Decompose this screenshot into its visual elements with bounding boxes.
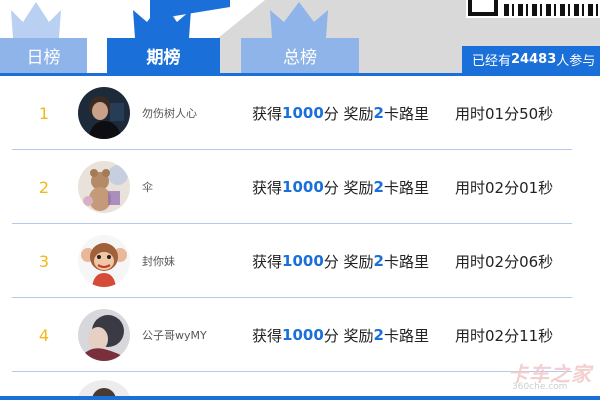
reward-amount: 2 (373, 326, 384, 344)
list-item[interactable]: 1 勿伤树人心 获得 1000 分 奖励 2 卡路里 用时01分50秒 (0, 76, 600, 150)
qr-code-modules (504, 4, 598, 16)
avatar (78, 309, 130, 361)
reward-amount: 2 (373, 178, 384, 196)
participants-badge: 已经有 24483 人参与 (462, 46, 600, 73)
reward-points: 1000 (282, 104, 324, 122)
site-watermark: 卡车之家 360che.com (508, 358, 598, 396)
reward-text: 获得 1000 分 奖励 2 卡路里 (252, 150, 429, 224)
reward-prefix: 获得 (252, 104, 283, 123)
time-used: 用时02分01秒 (455, 178, 554, 197)
reward-amount-unit: 卡路里 (383, 104, 429, 123)
reward-points-unit: 分 奖励 (323, 178, 374, 197)
rank-number: 2 (38, 177, 50, 197)
username: 勿伤树人心 (142, 107, 197, 120)
avatar (78, 87, 130, 139)
reward-amount: 2 (373, 104, 384, 122)
reward-points: 1000 (282, 326, 324, 344)
leaderboard-list: 1 勿伤树人心 获得 1000 分 奖励 2 卡路里 用时01分50秒 2 伞 … (0, 76, 600, 400)
participants-suffix: 人参与 (556, 54, 596, 69)
reward-points-unit: 分 奖励 (323, 104, 374, 123)
tab-total-label: 总榜 (283, 48, 317, 68)
reward-points: 1000 (282, 252, 324, 270)
qr-code-corner (468, 0, 498, 16)
tab-daily-label: 日榜 (26, 48, 61, 68)
reward-points-unit: 分 奖励 (323, 326, 374, 345)
reward-prefix: 获得 (252, 178, 283, 197)
time-used: 用时01分50秒 (455, 104, 554, 123)
crown-icon (133, 2, 191, 38)
list-item[interactable]: 2 伞 获得 1000 分 奖励 2 卡路里 用时02分01秒 (0, 150, 600, 224)
avatar (78, 235, 130, 287)
leaderboard-header: 日榜 期榜 总榜 已经有 24483 人参与 (0, 0, 600, 73)
reward-prefix: 获得 (252, 252, 283, 271)
reward-text: 获得 1000 分 奖励 2 卡路里 (252, 298, 429, 372)
username: 封你妹 (142, 255, 175, 268)
watermark-sub: 360che.com (512, 382, 568, 392)
participants-prefix: 已经有 (472, 54, 512, 69)
rank-number: 4 (38, 325, 50, 345)
username: 伞 (142, 181, 153, 194)
reward-text: 获得 1000 分 奖励 2 卡路里 (252, 76, 429, 150)
reward-amount-unit: 卡路里 (383, 252, 429, 271)
reward-amount: 2 (373, 252, 384, 270)
avatar (78, 161, 130, 213)
rank-number: 1 (38, 103, 50, 123)
username: 公子哥wyMY (142, 329, 207, 342)
tab-total[interactable]: 总榜 (241, 38, 359, 73)
rank-number: 3 (38, 251, 50, 271)
reward-text: 获得 1000 分 奖励 2 卡路里 (252, 224, 429, 298)
crown-icon (11, 2, 61, 38)
reward-amount-unit: 卡路里 (383, 326, 429, 345)
time-used: 用时02分06秒 (455, 252, 554, 271)
participants-count: 24483 (511, 52, 557, 67)
footer-line (0, 396, 600, 400)
crown-icon (270, 2, 328, 38)
tab-period[interactable]: 期榜 (107, 38, 220, 73)
list-item[interactable]: 3 封你妹 获得 1000 分 奖励 2 卡路里 用时02分06秒 (0, 224, 600, 298)
reward-points: 1000 (282, 178, 324, 196)
reward-prefix: 获得 (252, 326, 283, 345)
reward-points-unit: 分 奖励 (323, 252, 374, 271)
tab-period-label: 期榜 (146, 48, 181, 68)
tab-daily[interactable]: 日榜 (0, 38, 87, 73)
reward-amount-unit: 卡路里 (383, 178, 429, 197)
